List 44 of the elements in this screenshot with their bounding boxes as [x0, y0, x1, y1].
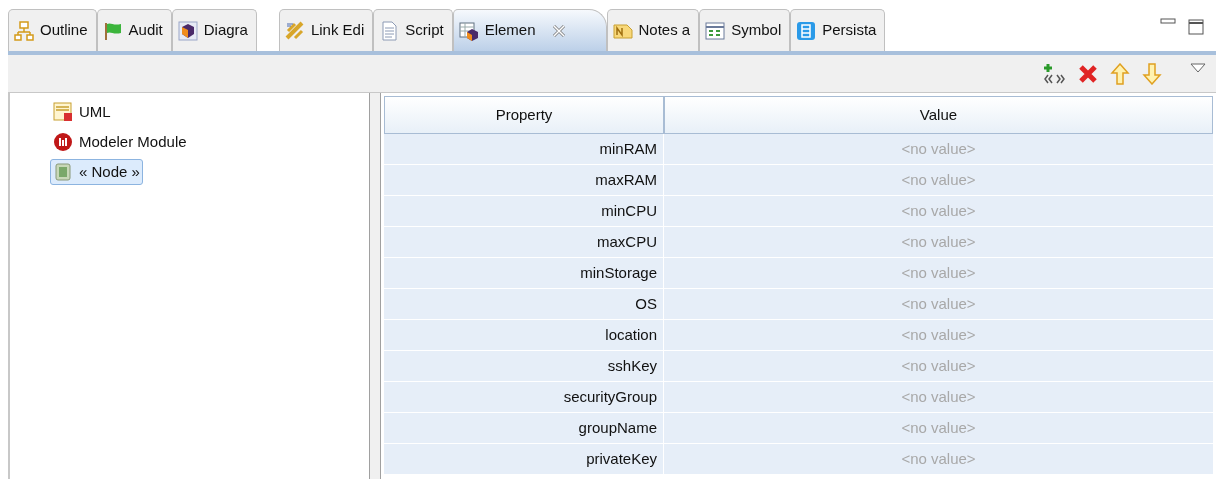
property-cell: securityGroup — [384, 382, 664, 412]
tab[interactable]: Symbol — [699, 9, 791, 51]
property-cell: privateKey — [384, 444, 664, 474]
property-cell: location — [384, 320, 664, 350]
property-cell: minRAM — [384, 134, 664, 164]
node-icon — [53, 162, 73, 182]
column-header[interactable]: Property — [384, 96, 664, 134]
property-cell: groupName — [384, 413, 664, 443]
add-stereotype-icon[interactable] — [1042, 62, 1066, 85]
delete-icon[interactable] — [1078, 63, 1098, 84]
tab[interactable]: Outline — [8, 9, 97, 51]
tab[interactable]: Script — [373, 9, 453, 51]
uml-icon — [53, 102, 73, 122]
property-cell: minStorage — [384, 258, 664, 288]
module-icon — [53, 132, 73, 152]
property-cell: maxRAM — [384, 165, 664, 195]
maximize-icon[interactable] — [1188, 19, 1204, 35]
tree-item[interactable]: « Node » — [50, 159, 143, 185]
column-header[interactable]: Value — [664, 96, 1213, 134]
property-cell: minCPU — [384, 196, 664, 226]
tab[interactable]: Elemen — [452, 9, 607, 51]
hierarchy-icon — [14, 20, 34, 41]
tab[interactable]: Link Edi — [278, 9, 374, 51]
tree-item[interactable]: UML — [50, 99, 114, 125]
view-menu-icon[interactable] — [1190, 62, 1206, 73]
tab[interactable]: Notes a — [606, 9, 700, 51]
minimize-icon[interactable] — [1160, 17, 1176, 27]
arrow-up-icon[interactable] — [1110, 62, 1130, 85]
arrow-down-icon[interactable] — [1142, 62, 1162, 85]
table-cube-icon — [458, 20, 479, 41]
link-icon — [284, 20, 305, 41]
list-icon — [796, 20, 817, 41]
cube-icon — [177, 20, 198, 41]
close-icon[interactable] — [551, 23, 566, 38]
tree-item[interactable]: Modeler Module — [50, 129, 190, 155]
document-icon — [379, 20, 400, 41]
property-cell: maxCPU — [384, 227, 664, 257]
tab[interactable]: Diagra — [171, 9, 257, 51]
property-cell: sshKey — [384, 351, 664, 381]
tab[interactable]: Persista — [790, 9, 886, 51]
tab[interactable]: Audit — [96, 9, 172, 51]
property-cell: OS — [384, 289, 664, 319]
symbol-table-icon — [705, 20, 726, 41]
flag-icon — [102, 20, 123, 41]
